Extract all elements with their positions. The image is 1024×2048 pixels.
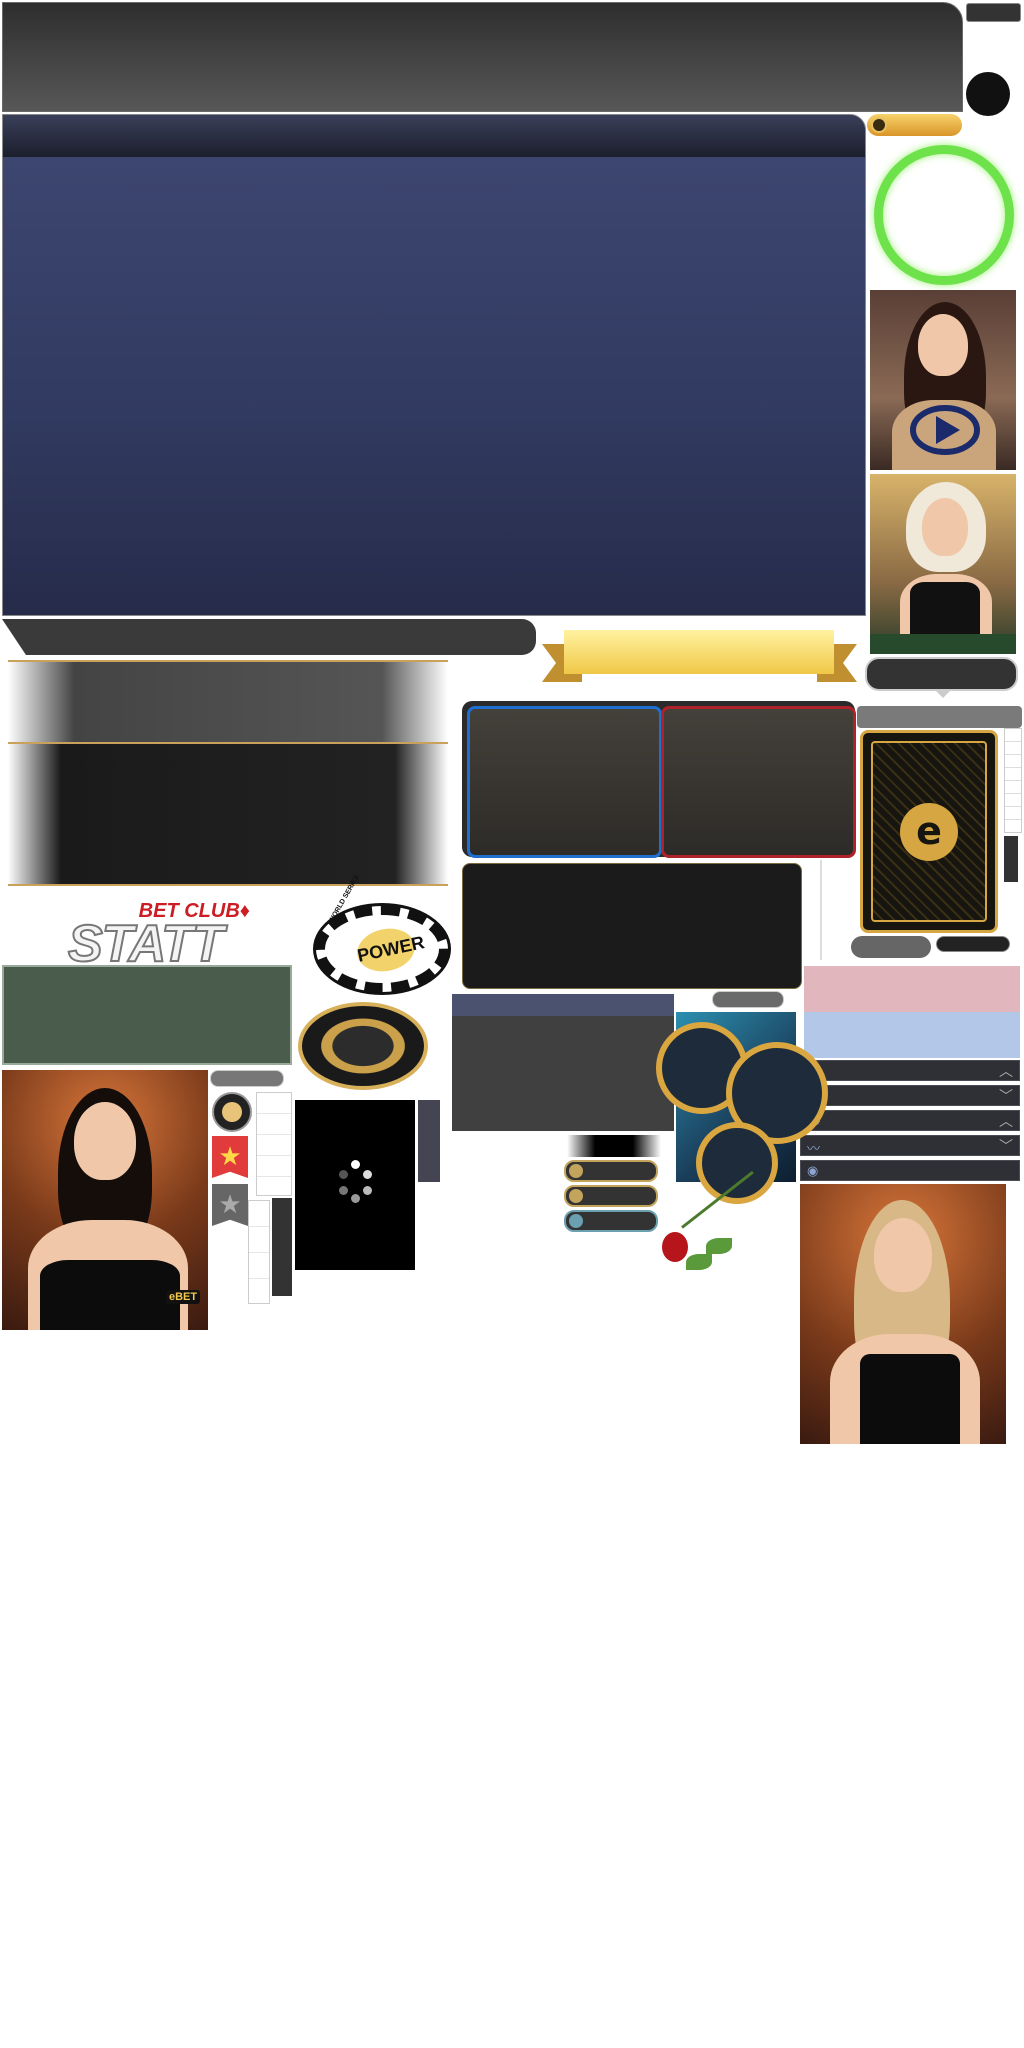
main-game-panel bbox=[2, 114, 866, 616]
status-row-1[interactable]: ⓘ ︿ bbox=[800, 1060, 1020, 1081]
player-bet-cell[interactable] bbox=[467, 706, 662, 858]
chip-pill-2[interactable] bbox=[564, 1185, 658, 1207]
green-panel bbox=[2, 965, 292, 1065]
dealer-photo-4[interactable] bbox=[800, 1184, 1006, 1444]
dealer-photo-3[interactable]: eBET bbox=[2, 1070, 208, 1330]
dark-pill-button[interactable] bbox=[936, 936, 1010, 952]
chips-photo bbox=[656, 1012, 828, 1204]
spinner-dot bbox=[339, 1186, 348, 1195]
power-chip: POWER WORLD SERIES bbox=[316, 874, 448, 992]
small-pill[interactable] bbox=[712, 991, 784, 1008]
bet-club-logo: BET CLUB♦ STATT bbox=[67, 900, 258, 974]
status-row-2[interactable]: ⓘ ﹀ bbox=[800, 1085, 1020, 1106]
coin-balance-pill[interactable] bbox=[867, 114, 962, 136]
result-box bbox=[462, 863, 802, 989]
chevron-up-icon: ︿ bbox=[999, 1063, 1013, 1079]
chip-pill-3[interactable] bbox=[564, 1210, 658, 1232]
chevron-down-icon: ﹀ bbox=[999, 1088, 1013, 1104]
dealer-dress bbox=[860, 1354, 960, 1444]
chevron-down-icon: ﹀ bbox=[999, 1138, 1013, 1154]
slate-panel bbox=[452, 994, 674, 1131]
grey-pill-button[interactable] bbox=[851, 936, 931, 958]
dark-strip bbox=[272, 1198, 292, 1296]
status-row-4[interactable]: 〰 ﹀ bbox=[800, 1135, 1020, 1156]
status-row-3[interactable]: 〰 ︿ bbox=[800, 1110, 1020, 1131]
coin-badge-icon bbox=[212, 1092, 252, 1132]
road-marker bbox=[1004, 836, 1018, 882]
dealer-dress bbox=[40, 1260, 180, 1330]
banker-bet-cell[interactable] bbox=[661, 706, 856, 858]
chip-icon bbox=[569, 1164, 583, 1178]
side-strip bbox=[418, 1100, 440, 1182]
glow-ring-frame bbox=[874, 145, 1014, 285]
banker-color-band bbox=[804, 966, 1020, 1012]
main-panel-header bbox=[3, 115, 865, 157]
dealer-dress bbox=[910, 582, 980, 638]
bet-area-panel bbox=[462, 701, 856, 858]
road-tiles-2 bbox=[248, 1200, 270, 1304]
spade-icon bbox=[569, 1214, 583, 1228]
coin-icon bbox=[871, 117, 887, 133]
road-tiles-1 bbox=[256, 1092, 292, 1196]
round-button[interactable] bbox=[966, 72, 1010, 116]
mini-pill-button[interactable] bbox=[966, 3, 1021, 22]
spinner-dot bbox=[339, 1170, 348, 1179]
road-column bbox=[1004, 728, 1022, 833]
chip-pill-1[interactable] bbox=[564, 1160, 658, 1182]
card-header-bar bbox=[857, 706, 1022, 728]
tooltip-pill bbox=[865, 657, 1018, 698]
gold-ribbon-banner bbox=[542, 630, 857, 685]
chip-label: POWER bbox=[353, 923, 426, 977]
spade-icon bbox=[569, 1189, 583, 1203]
star-badge-grey-icon: ★ bbox=[212, 1184, 248, 1226]
spinner-dot bbox=[351, 1194, 360, 1203]
banner-bands bbox=[8, 660, 448, 890]
ebet-badge: eBET bbox=[166, 1290, 201, 1304]
card-table bbox=[870, 634, 1016, 654]
globe-icon: ◉ bbox=[807, 1163, 819, 1178]
loading-spinner-panel bbox=[295, 1100, 415, 1270]
shadow-bar bbox=[567, 1135, 661, 1157]
card-back: e bbox=[860, 730, 998, 933]
top-header-bar bbox=[2, 2, 963, 112]
gold-chip bbox=[298, 1002, 428, 1090]
spinner-dot bbox=[351, 1160, 360, 1169]
play-logo-icon bbox=[910, 405, 980, 455]
status-row-5[interactable]: ◉ bbox=[800, 1160, 1020, 1181]
dealer-photo-2[interactable] bbox=[870, 474, 1016, 654]
mini-pill-grey[interactable] bbox=[210, 1070, 284, 1087]
chevron-up-icon: ︿ bbox=[999, 1113, 1013, 1129]
player-color-band bbox=[804, 1012, 1020, 1058]
divider-line bbox=[820, 860, 822, 960]
spinner-dot bbox=[363, 1170, 372, 1179]
dealer-photo-1[interactable] bbox=[870, 290, 1016, 470]
trend-icon: 〰 bbox=[807, 1141, 821, 1156]
title-bar-left bbox=[2, 619, 536, 655]
rose-icon bbox=[662, 1170, 762, 1280]
spinner-dot bbox=[363, 1186, 372, 1195]
star-badge-red-icon: ★ bbox=[212, 1136, 248, 1178]
card-emblem: e bbox=[900, 803, 958, 861]
